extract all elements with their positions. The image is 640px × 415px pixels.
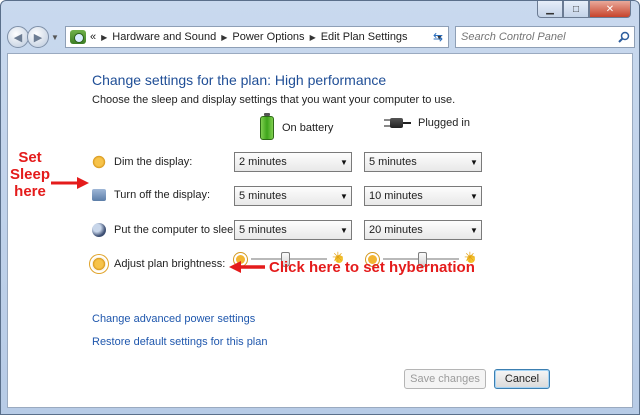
breadcrumb-separator-icon[interactable]: ▶ — [221, 33, 227, 42]
search-input[interactable] — [456, 31, 614, 43]
sleep-plugged-select[interactable]: 20 minutes ▼ — [364, 220, 482, 240]
dropdown-arrow-icon: ▼ — [340, 225, 348, 235]
advanced-power-settings-link[interactable]: Change advanced power settings — [92, 313, 255, 325]
save-changes-button[interactable]: Save changes — [404, 369, 486, 389]
hibernation-annotation-arrow-icon — [229, 261, 265, 273]
dim-display-battery-select[interactable]: 2 minutes ▼ — [234, 152, 352, 172]
sleep-battery-select[interactable]: 5 minutes ▼ — [234, 220, 352, 240]
on-battery-label: On battery — [282, 122, 334, 134]
monitor-icon — [92, 189, 106, 201]
dim-display-plugged-value: 5 minutes — [369, 156, 417, 168]
sleep-annotation-line: here — [14, 183, 46, 200]
turn-off-display-plugged-value: 10 minutes — [369, 190, 423, 202]
dropdown-arrow-icon: ▼ — [340, 157, 348, 167]
sleep-annotation-line: Set — [18, 149, 42, 166]
refresh-button[interactable]: ⇆ — [428, 26, 448, 48]
dropdown-arrow-icon: ▼ — [470, 225, 478, 235]
navigation-bar: ◀ ▶ ▼ « ▶ Hardware and Sound ▶ Power Opt… — [7, 24, 635, 50]
search-icon — [618, 31, 630, 43]
sun-icon — [92, 155, 106, 169]
refresh-icon: ⇆ — [432, 30, 444, 44]
turn-off-display-label: Turn off the display: — [114, 189, 210, 201]
setting-row-turn-off-display: Turn off the display: — [92, 189, 210, 201]
page-description: Choose the sleep and display settings th… — [92, 94, 456, 106]
setting-row-brightness: Adjust plan brightness: — [92, 257, 225, 271]
recent-pages-dropdown[interactable]: ▼ — [51, 33, 61, 42]
power-plug-icon — [384, 116, 411, 130]
turn-off-display-battery-value: 5 minutes — [239, 190, 287, 202]
minimize-button[interactable]: ▁ — [537, 1, 563, 18]
dim-display-battery-value: 2 minutes — [239, 156, 287, 168]
breadcrumb-power-options[interactable]: Power Options — [232, 31, 304, 43]
breadcrumb-hardware-and-sound[interactable]: Hardware and Sound — [112, 31, 216, 43]
search-button[interactable] — [614, 27, 634, 47]
turn-off-display-plugged-select[interactable]: 10 minutes ▼ — [364, 186, 482, 206]
setting-row-dim-display: Dim the display: — [92, 155, 192, 169]
address-bar[interactable]: « ▶ Hardware and Sound ▶ Power Options ▶… — [65, 26, 449, 48]
breadcrumb-separator-icon[interactable]: ▶ — [310, 33, 316, 42]
breadcrumb-overflow[interactable]: « — [90, 31, 96, 43]
sleep-annotation-line: Sleep — [9, 166, 51, 183]
on-battery-header: On battery — [260, 113, 334, 140]
forward-arrow-icon: ▶ — [33, 31, 43, 44]
forward-button[interactable]: ▶ — [27, 26, 49, 48]
maximize-button[interactable]: □ — [563, 1, 589, 18]
caption-buttons: ▁ □ ✕ — [537, 1, 631, 18]
close-button[interactable]: ✕ — [589, 1, 631, 18]
moon-icon — [92, 223, 106, 237]
control-panel-window: ▁ □ ✕ ◀ ▶ ▼ « ▶ Hardware and Sound ▶ Pow… — [0, 0, 640, 415]
sleep-battery-value: 5 minutes — [239, 224, 287, 236]
plugged-in-label: Plugged in — [418, 117, 470, 129]
dropdown-arrow-icon: ▼ — [470, 191, 478, 201]
control-panel-icon — [70, 30, 86, 44]
main-content: Change settings for the plan: High perfo… — [7, 53, 633, 408]
back-button[interactable]: ◀ — [7, 26, 29, 48]
sleep-label: Put the computer to sleep: — [114, 224, 243, 236]
dropdown-arrow-icon: ▼ — [340, 191, 348, 201]
breadcrumb-edit-plan-settings[interactable]: Edit Plan Settings — [321, 31, 408, 43]
brightness-label: Adjust plan brightness: — [114, 258, 226, 270]
search-box[interactable] — [455, 26, 635, 48]
hibernation-annotation: Click here to set hybernation — [269, 259, 475, 276]
restore-defaults-link[interactable]: Restore default settings for this plan — [92, 336, 267, 348]
back-arrow-icon: ◀ — [13, 31, 23, 44]
sleep-annotation-arrow-icon — [51, 177, 89, 189]
turn-off-display-battery-select[interactable]: 5 minutes ▼ — [234, 186, 352, 206]
cancel-button[interactable]: Cancel — [494, 369, 550, 389]
battery-icon — [260, 113, 274, 140]
sleep-annotation: Set Sleep here — [7, 149, 53, 200]
setting-row-sleep: Put the computer to sleep: — [92, 223, 242, 237]
dropdown-arrow-icon: ▼ — [470, 157, 478, 167]
sleep-plugged-value: 20 minutes — [369, 224, 423, 236]
dim-display-label: Dim the display: — [114, 156, 193, 168]
plugged-in-header: Plugged in — [384, 116, 470, 130]
brightness-sun-icon — [92, 257, 106, 271]
dim-display-plugged-select[interactable]: 5 minutes ▼ — [364, 152, 482, 172]
breadcrumb-separator-icon: ▶ — [101, 32, 108, 42]
page-title: Change settings for the plan: High perfo… — [92, 72, 387, 88]
